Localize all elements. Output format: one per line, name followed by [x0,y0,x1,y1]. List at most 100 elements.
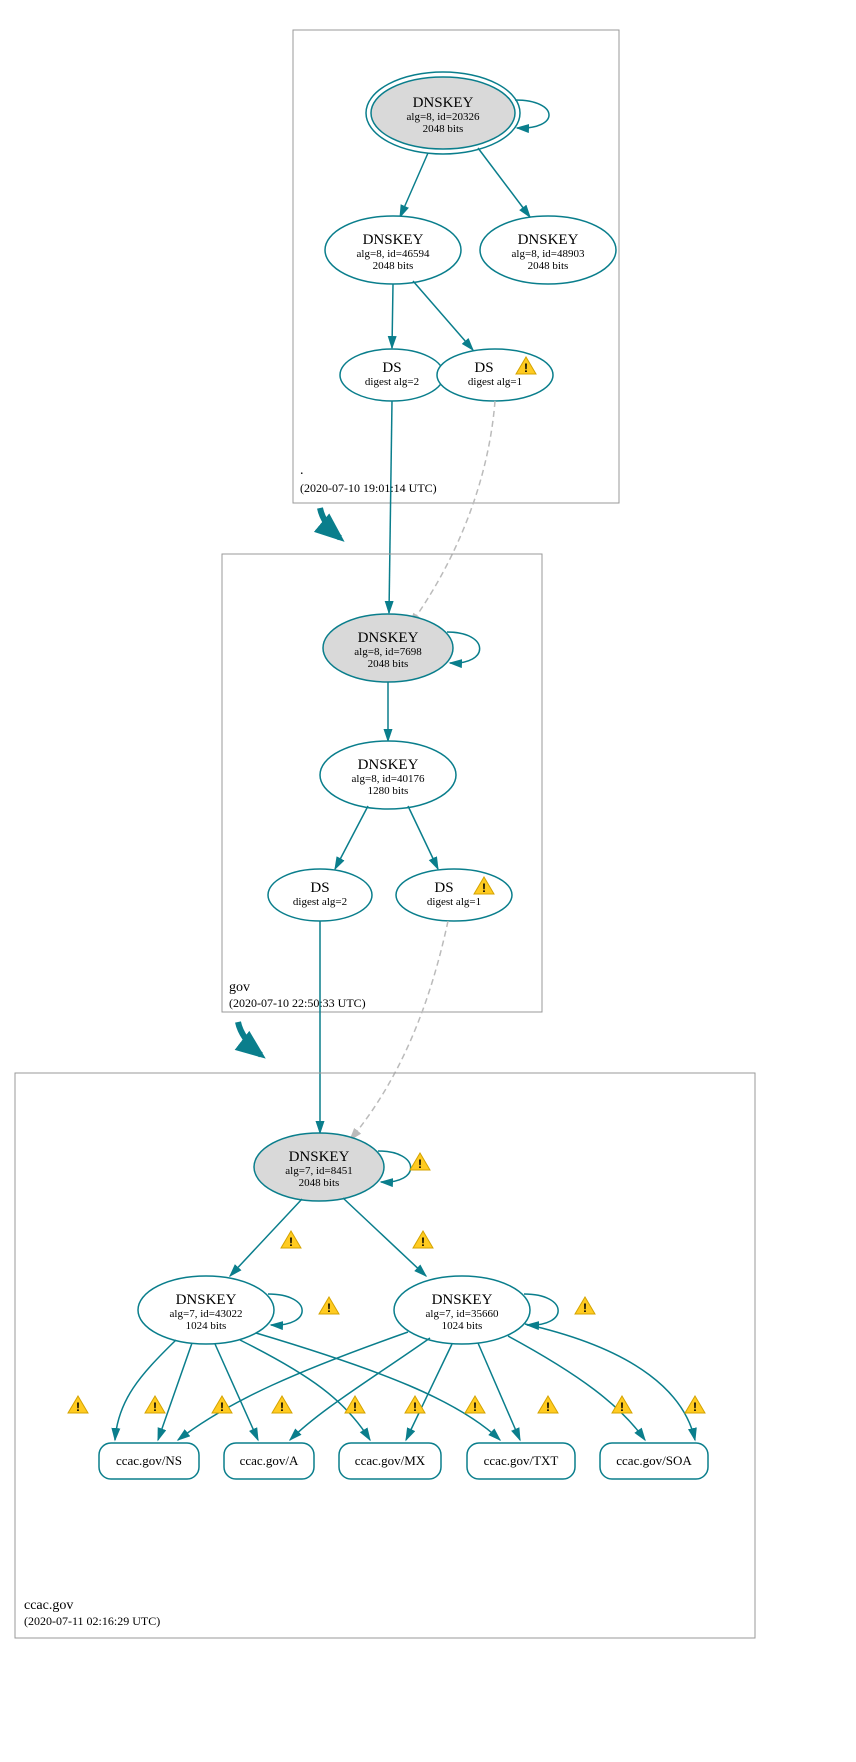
warning-icon: ! [410,1153,430,1171]
zone-ccac: ccac.gov (2020-07-11 02:16:29 UTC) [15,1073,755,1638]
warning-icon: ! [281,1231,301,1249]
svg-text:!: ! [693,1400,697,1414]
edge-govzsk-ds1 [335,806,368,869]
warning-icon: ! [319,1297,339,1315]
warning-icon: ! [68,1396,88,1414]
svg-text:alg=8, id=46594: alg=8, id=46594 [357,248,430,260]
svg-text:digest alg=1: digest alg=1 [468,376,522,388]
rr-mx: ccac.gov/MX [339,1443,441,1479]
svg-text:alg=7, id=43022: alg=7, id=43022 [170,1308,243,1320]
warning-icon: ! [685,1396,705,1414]
svg-text:alg=7, id=8451: alg=7, id=8451 [285,1165,352,1177]
edge-rootksk-zsk2 [478,148,530,217]
svg-text:DS: DS [382,360,401,376]
e-z1-mx [240,1340,370,1440]
warning-icon: ! [465,1396,485,1414]
svg-text:DS: DS [474,360,493,376]
svg-text:DNSKEY: DNSKEY [358,757,419,773]
svg-text:ccac.gov/TXT: ccac.gov/TXT [484,1453,559,1468]
node-ccac-zsk2: DNSKEY alg=7, id=35660 1024 bits [394,1276,530,1344]
node-gov-zsk: DNSKEY alg=8, id=40176 1280 bits [320,741,456,809]
node-gov-ds2: DS digest alg=1 ! [396,869,512,921]
svg-text:!: ! [220,1400,224,1414]
zone-gov-name: gov [229,980,250,995]
warning-icon: ! [145,1396,165,1414]
e-z1-a [215,1344,258,1440]
edge-ccacksk-zsk2 [343,1198,426,1276]
svg-text:!: ! [482,881,486,895]
node-ccac-ksk: DNSKEY alg=7, id=8451 2048 bits [254,1133,384,1201]
svg-text:DNSKEY: DNSKEY [363,232,424,248]
svg-text:!: ! [524,361,528,375]
svg-text:!: ! [353,1400,357,1414]
svg-text:!: ! [620,1400,624,1414]
svg-text:1024 bits: 1024 bits [186,1320,227,1332]
node-root-zsk2: DNSKEY alg=8, id=48903 2048 bits [480,216,616,284]
edge-govds2-ccacksk [350,921,448,1140]
svg-text:ccac.gov/A: ccac.gov/A [240,1453,299,1468]
rr-a: ccac.gov/A [224,1443,314,1479]
e-z2-mx [406,1344,452,1440]
svg-text:DNSKEY: DNSKEY [518,232,579,248]
rr-txt: ccac.gov/TXT [467,1443,575,1479]
e-z1-ns [115,1340,176,1440]
svg-text:alg=8, id=7698: alg=8, id=7698 [354,646,422,658]
svg-text:ccac.gov/SOA: ccac.gov/SOA [616,1453,692,1468]
e-z2-soa2 [525,1324,695,1440]
warning-icon: ! [212,1396,232,1414]
svg-text:digest alg=2: digest alg=2 [293,896,347,908]
svg-text:2048 bits: 2048 bits [368,658,409,670]
svg-text:2048 bits: 2048 bits [423,123,464,135]
rr-soa: ccac.gov/SOA [600,1443,708,1479]
edge-rootds1-govksk [389,401,392,613]
svg-text:DNSKEY: DNSKEY [176,1292,237,1308]
edge-rootzsk1-ds1 [392,284,393,348]
node-ccac-zsk1: DNSKEY alg=7, id=43022 1024 bits [138,1276,274,1344]
svg-text:1280 bits: 1280 bits [368,785,409,797]
svg-text:ccac.gov/NS: ccac.gov/NS [116,1453,182,1468]
svg-text:digest alg=1: digest alg=1 [427,896,481,908]
edge-zone-root-gov [320,508,340,538]
svg-text:2048 bits: 2048 bits [299,1177,340,1189]
edge-rootksk-zsk1 [400,153,428,217]
svg-text:DS: DS [310,880,329,896]
e-z2-txt [478,1343,520,1440]
svg-text:DS: DS [434,880,453,896]
svg-text:digest alg=2: digest alg=2 [365,376,419,388]
e-z1-txt [256,1333,500,1440]
warning-icon: ! [575,1297,595,1315]
warning-icon: ! [345,1396,365,1414]
svg-text:alg=8, id=20326: alg=8, id=20326 [407,111,480,123]
svg-text:!: ! [327,1301,331,1315]
svg-text:!: ! [289,1235,293,1249]
warning-icon: ! [612,1396,632,1414]
svg-text:alg=8, id=48903: alg=8, id=48903 [512,248,585,260]
zone-gov-ts: (2020-07-10 22:50:33 UTC) [229,996,366,1010]
node-root-zsk1: DNSKEY alg=8, id=46594 2048 bits [325,216,461,284]
zone-ccac-name: ccac.gov [24,1598,73,1613]
node-root-ksk: DNSKEY alg=8, id=20326 2048 bits [366,72,520,154]
svg-text:!: ! [583,1301,587,1315]
svg-text:!: ! [413,1400,417,1414]
e-z1-ns2 [158,1343,192,1440]
node-root-ds1: DS digest alg=2 [340,349,444,401]
warning-icon: ! [272,1396,292,1414]
rr-ns: ccac.gov/NS [99,1443,199,1479]
warning-icon: ! [538,1396,558,1414]
node-root-ds2: DS digest alg=1 ! [437,349,553,401]
node-gov-ds1: DS digest alg=2 [268,869,372,921]
edge-zone-gov-ccac [238,1022,261,1055]
warning-icon: ! [413,1231,433,1249]
svg-text:1024 bits: 1024 bits [442,1320,483,1332]
svg-text:alg=7, id=35660: alg=7, id=35660 [426,1308,499,1320]
edge-rootzsk1-ds2 [413,281,473,350]
svg-text:DNSKEY: DNSKEY [413,95,474,111]
svg-text:DNSKEY: DNSKEY [358,630,419,646]
svg-text:!: ! [153,1400,157,1414]
edge-rootds2-govksk [410,401,495,625]
e-z2-soa [508,1336,645,1440]
svg-text:2048 bits: 2048 bits [528,260,569,272]
svg-text:!: ! [546,1400,550,1414]
svg-text:2048 bits: 2048 bits [373,260,414,272]
svg-text:!: ! [76,1400,80,1414]
